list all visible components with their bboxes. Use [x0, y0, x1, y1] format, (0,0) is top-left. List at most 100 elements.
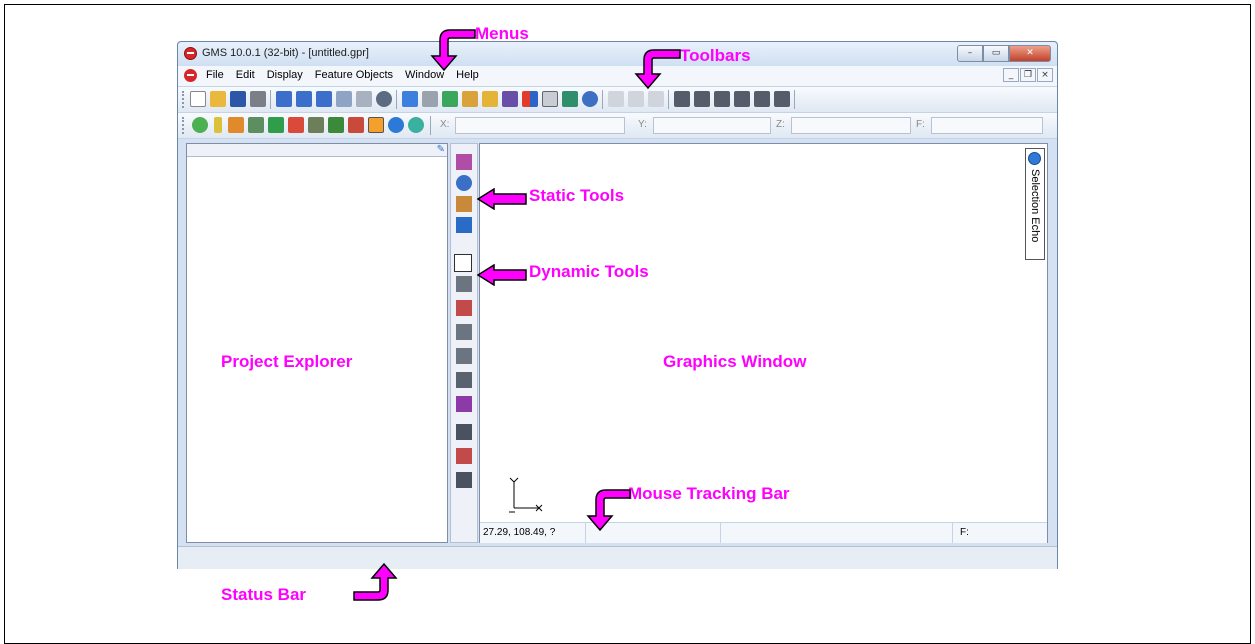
- pointer-tool-icon[interactable]: [454, 254, 472, 272]
- callout-toolbars: Toolbars: [680, 46, 751, 65]
- title-bar[interactable]: GMS 10.0.1 (32-bit) - [untitled.gpr] – ▭…: [178, 42, 1057, 66]
- menu-bar: File Edit Display Feature Objects Window…: [178, 66, 1057, 87]
- step-tool-icon[interactable]: [694, 91, 710, 107]
- map-module-icon[interactable]: [368, 117, 384, 133]
- grid-icon[interactable]: [562, 91, 578, 107]
- gms-app-icon[interactable]: [184, 47, 197, 60]
- z-label: Z:: [776, 119, 785, 130]
- step-tool-icon[interactable]: [774, 91, 790, 107]
- solid-module-icon[interactable]: [228, 117, 244, 133]
- film-loop-icon[interactable]: [502, 91, 518, 107]
- disabled-tool-icon: [628, 91, 644, 107]
- tracking-divider: [952, 523, 953, 543]
- properties-icon[interactable]: [422, 91, 438, 107]
- toolbar-grip[interactable]: [182, 91, 186, 108]
- callout-menus: Menus: [475, 24, 529, 43]
- menu-file[interactable]: File: [206, 69, 224, 81]
- zoom-icon[interactable]: [376, 91, 392, 107]
- mdi-restore-button[interactable]: ❐: [1020, 68, 1036, 82]
- calculator-icon[interactable]: [542, 91, 558, 107]
- scatter2d-module-icon[interactable]: [288, 117, 304, 133]
- selection-echo-tab[interactable]: Selection Echo: [1025, 148, 1045, 260]
- refresh-icon[interactable]: [442, 91, 458, 107]
- minimize-button[interactable]: –: [957, 45, 983, 62]
- tool-palette: [450, 143, 478, 543]
- plot-wizard-icon[interactable]: [482, 91, 498, 107]
- disabled-tool-icon: [648, 91, 664, 107]
- uglobe-icon[interactable]: [408, 117, 424, 133]
- toolbars-arrow-icon: [634, 49, 681, 90]
- tin-module-icon[interactable]: [192, 117, 208, 133]
- document-menu-icon[interactable]: [184, 69, 197, 82]
- toolbar-grip[interactable]: [182, 117, 186, 134]
- gis-module-icon[interactable]: [388, 117, 404, 133]
- mesh3d-module-icon[interactable]: [308, 117, 324, 133]
- open-icon[interactable]: [210, 91, 226, 107]
- scatter3d-module-icon[interactable]: [348, 117, 364, 133]
- pan-tool-icon[interactable]: [456, 196, 472, 212]
- menus-arrow-icon: [430, 29, 476, 72]
- tracking-divider: [720, 523, 721, 543]
- lighting-icon[interactable]: [462, 91, 478, 107]
- window-title: GMS 10.0.1 (32-bit) - [untitled.gpr]: [202, 47, 369, 59]
- callout-static-tools: Static Tools: [529, 186, 625, 205]
- grid2d-module-icon[interactable]: [268, 117, 284, 133]
- select-arcs-icon[interactable]: [456, 324, 472, 340]
- menu-feature-objects[interactable]: Feature Objects: [315, 69, 393, 81]
- x-label: X:: [440, 119, 450, 130]
- toolbar-separator: [668, 90, 669, 109]
- selection-echo-label: Selection Echo: [1029, 169, 1041, 243]
- get-info-icon[interactable]: [402, 91, 418, 107]
- callout-graphics-window: Graphics Window: [663, 352, 807, 371]
- axes-triad-icon: [509, 477, 543, 513]
- static-tools-arrow-icon: [476, 188, 527, 210]
- oblique-view-icon[interactable]: [336, 91, 352, 107]
- step-tool-icon[interactable]: [674, 91, 690, 107]
- globe-icon[interactable]: [582, 91, 598, 107]
- select-tool-icon[interactable]: [456, 154, 472, 170]
- create-node-icon[interactable]: [456, 448, 472, 464]
- menu-display[interactable]: Display: [267, 69, 303, 81]
- maximize-button[interactable]: ▭: [983, 45, 1009, 62]
- status-bar: [178, 546, 1057, 569]
- create-polygon-icon[interactable]: [456, 396, 472, 412]
- step-tool-icon[interactable]: [754, 91, 770, 107]
- modules-toolbar: X: Y: Z: F:: [178, 113, 1057, 139]
- disabled-tool-icon: [608, 91, 624, 107]
- f-field: [931, 117, 1043, 134]
- mdi-close-button[interactable]: ×: [1037, 68, 1053, 82]
- new-icon[interactable]: [190, 91, 206, 107]
- create-points-icon[interactable]: [456, 424, 472, 440]
- toolbar-separator: [794, 90, 795, 109]
- select-vertices-icon[interactable]: [456, 276, 472, 292]
- side-view-icon[interactable]: [316, 91, 332, 107]
- save-icon[interactable]: [230, 91, 246, 107]
- print-icon[interactable]: [250, 91, 266, 107]
- step-tool-icon[interactable]: [734, 91, 750, 107]
- create-arc-icon[interactable]: [456, 472, 472, 488]
- y-field: [653, 117, 771, 134]
- grid3d-module-icon[interactable]: [328, 117, 344, 133]
- menu-edit[interactable]: Edit: [236, 69, 255, 81]
- mdi-minimize-button[interactable]: _: [1003, 68, 1019, 82]
- zoom-tool-icon[interactable]: [456, 175, 472, 191]
- step-tool-icon[interactable]: [714, 91, 730, 107]
- project-explorer[interactable]: ✎: [186, 143, 448, 543]
- toolbar-separator: [430, 116, 431, 135]
- x-field: [455, 117, 625, 134]
- y-label: Y:: [638, 119, 647, 130]
- plan-view-icon[interactable]: [276, 91, 292, 107]
- select-arc-groups-icon[interactable]: [456, 348, 472, 364]
- select-nodes-icon[interactable]: [456, 300, 472, 316]
- borehole-module-icon[interactable]: [214, 117, 222, 133]
- contour-icon[interactable]: [522, 91, 538, 107]
- mesh2d-module-icon[interactable]: [248, 117, 264, 133]
- front-view-icon[interactable]: [296, 91, 312, 107]
- clock-icon: [1028, 152, 1041, 165]
- close-button[interactable]: ✕: [1009, 45, 1051, 62]
- select-polygons-icon[interactable]: [456, 372, 472, 388]
- rotate-icon[interactable]: [356, 91, 372, 107]
- pin-icon[interactable]: ✎: [437, 144, 445, 156]
- measure-tool-icon[interactable]: [456, 217, 472, 233]
- mouse-coordinates: 27.29, 108.49, ?: [483, 527, 556, 538]
